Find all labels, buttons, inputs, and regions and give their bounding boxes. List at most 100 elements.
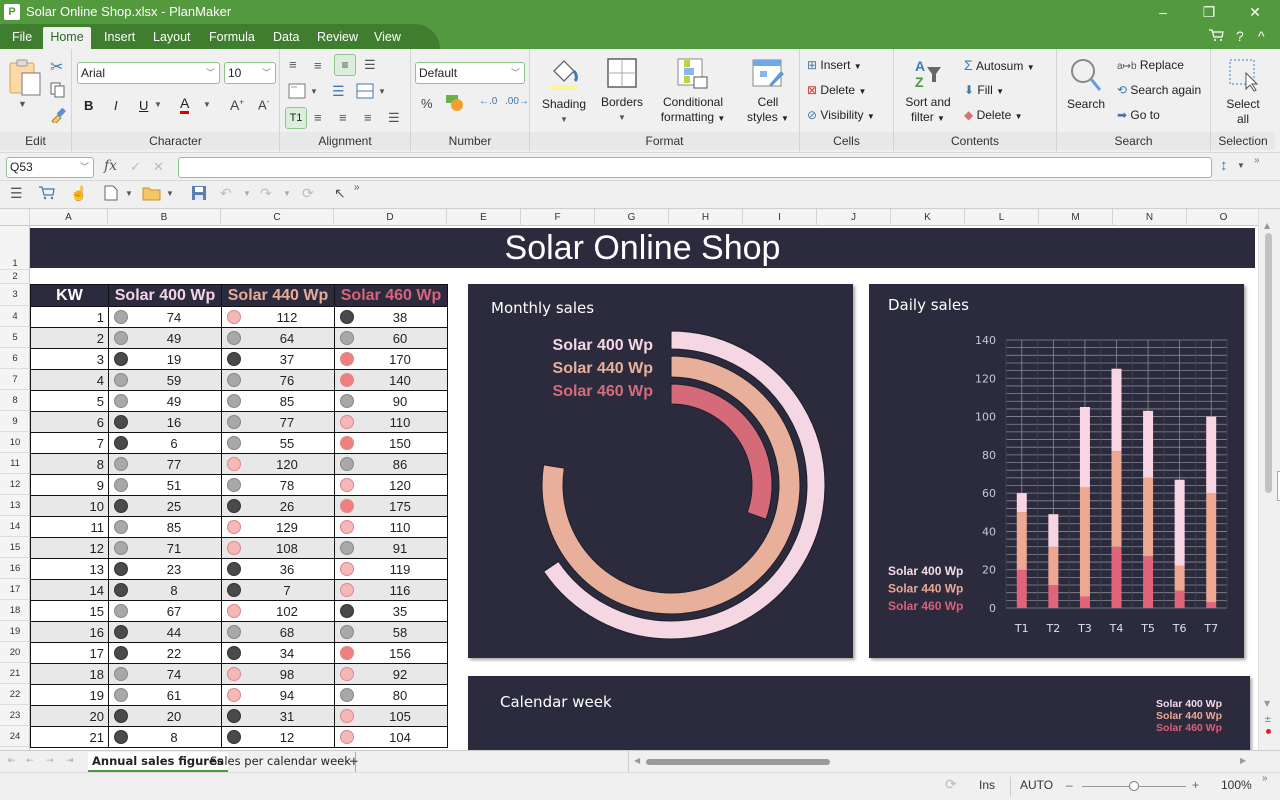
cut-icon[interactable]: ✂ (50, 57, 63, 77)
cell-sales-value[interactable]: 6 (108, 432, 222, 454)
new-document-icon[interactable] (104, 185, 118, 204)
cell-sales-value[interactable]: 110 (334, 516, 448, 538)
cell-sales-value[interactable]: 76 (221, 369, 335, 391)
cell-sales-value[interactable]: 55 (221, 432, 335, 454)
cell-kw[interactable]: 13 (30, 558, 109, 580)
underline-dropdown-icon[interactable]: ▼ (154, 100, 162, 109)
menu-icon[interactable]: ☰ (10, 185, 23, 202)
number-format-select[interactable]: Default ﹀ (415, 62, 525, 84)
cell-sales-value[interactable]: 77 (221, 411, 335, 433)
formula-input[interactable] (178, 157, 1212, 178)
bold-button[interactable]: B (84, 98, 93, 113)
cell-kw[interactable]: 14 (30, 579, 109, 601)
fill-button[interactable]: ⬇ Fill ▼ (964, 83, 1004, 97)
cell-sales-value[interactable]: 26 (221, 495, 335, 517)
column-header[interactable]: G (595, 209, 669, 226)
shading-button[interactable]: Shading ▼ (538, 57, 590, 127)
zoom-in-button[interactable]: + (1192, 778, 1199, 792)
bar-segment[interactable] (1143, 477, 1154, 557)
cell-sales-value[interactable]: 85 (108, 516, 222, 538)
cell-sales-value[interactable]: 104 (334, 726, 448, 748)
cell-sales-value[interactable]: 35 (334, 600, 448, 622)
bar-segment[interactable] (1016, 493, 1027, 513)
monthly-sales-chart[interactable]: Monthly sales Solar 400 Wp Solar 440 Wp So… (468, 284, 853, 658)
shrink-font-button[interactable]: A- (258, 97, 269, 112)
row-header[interactable]: 16 (0, 558, 29, 579)
align-center-icon[interactable]: ≡ (339, 110, 347, 125)
cell-sales-value[interactable]: 16 (108, 411, 222, 433)
column-header[interactable]: B (108, 209, 221, 226)
header-kw[interactable]: KW (30, 284, 109, 307)
align-right-icon[interactable]: ≡ (364, 110, 372, 125)
row-header[interactable]: 24 (0, 726, 29, 747)
bar-segment[interactable] (1143, 556, 1154, 608)
cell-sales-value[interactable]: 25 (108, 495, 222, 517)
header-solar-440[interactable]: Solar 440 Wp (221, 284, 335, 307)
cell-sales-value[interactable]: 23 (108, 558, 222, 580)
cell-sales-value[interactable]: 71 (108, 537, 222, 559)
column-header[interactable]: E (447, 209, 521, 226)
horizontal-scroll-thumb[interactable] (646, 759, 830, 765)
row-header[interactable]: 14 (0, 516, 29, 537)
text-direction-button[interactable]: T1 (285, 107, 307, 129)
chevron-down-icon[interactable]: ▼ (1237, 161, 1245, 170)
cell-kw[interactable]: 10 (30, 495, 109, 517)
prev-sheet-icon[interactable]: ← (22, 752, 38, 772)
currency-icon[interactable] (445, 94, 465, 115)
scroll-left-icon[interactable]: ◀ (634, 756, 640, 765)
cell-sales-value[interactable]: 108 (221, 537, 335, 559)
tab-formula[interactable]: Formula (203, 27, 261, 49)
minimize-button[interactable]: – (1148, 2, 1178, 22)
bar-segment[interactable] (1206, 416, 1217, 494)
bar-segment[interactable] (1174, 565, 1185, 591)
cell-sales-value[interactable]: 49 (108, 390, 222, 412)
font-color-button[interactable]: A (180, 96, 190, 114)
select-all-corner[interactable] (0, 209, 30, 226)
bar-segment[interactable] (1048, 514, 1059, 547)
restore-button[interactable]: ❐ (1194, 2, 1224, 22)
bar-segment[interactable] (1016, 512, 1027, 570)
cell-kw[interactable]: 21 (30, 726, 109, 748)
cell-kw[interactable]: 15 (30, 600, 109, 622)
cell-sales-value[interactable]: 12 (221, 726, 335, 748)
undo-dropdown-icon[interactable]: ▼ (243, 189, 251, 198)
cell-sales-value[interactable]: 61 (108, 684, 222, 706)
header-solar-460[interactable]: Solar 460 Wp (334, 284, 448, 307)
cell-sales-value[interactable]: 34 (221, 642, 335, 664)
cart-icon[interactable] (1208, 28, 1224, 45)
delete-cells-button[interactable]: ⊠ Delete ▼ (807, 83, 866, 97)
new-dropdown-icon[interactable]: ▼ (125, 189, 133, 198)
row-header[interactable]: 17 (0, 579, 29, 600)
cell-sales-value[interactable]: 129 (221, 516, 335, 538)
cell-sales-value[interactable]: 60 (334, 327, 448, 349)
column-header[interactable]: H (669, 209, 743, 226)
scroll-up-icon[interactable]: ▲ (1264, 221, 1270, 230)
cell-sales-value[interactable]: 120 (221, 453, 335, 475)
select-all-button[interactable]: Select all (1215, 57, 1271, 127)
cell-kw[interactable]: 12 (30, 537, 109, 559)
column-header[interactable]: M (1039, 209, 1113, 226)
bar-segment[interactable] (1111, 368, 1122, 452)
sheet-tab-calendar-week[interactable]: Sales per calendar week (206, 752, 356, 772)
bar-segment[interactable] (1111, 451, 1122, 547)
cell-sales-value[interactable]: 110 (334, 411, 448, 433)
cell-sales-value[interactable]: 74 (108, 306, 222, 328)
row-header[interactable]: 9 (0, 411, 29, 432)
cell-sales-value[interactable]: 170 (334, 348, 448, 370)
column-header[interactable]: F (521, 209, 595, 226)
add-sheet-button[interactable]: + (345, 752, 363, 772)
page-up-icon[interactable]: ± (1264, 715, 1272, 725)
last-sheet-icon[interactable]: ⇥ (62, 752, 78, 772)
row-header[interactable]: 2 (0, 270, 29, 284)
cell-sales-value[interactable]: 105 (334, 705, 448, 727)
merge-cells-icon[interactable] (288, 83, 306, 102)
cell-kw[interactable]: 5 (30, 390, 109, 412)
close-button[interactable]: ✕ (1240, 2, 1270, 22)
underline-button[interactable]: U (139, 98, 148, 113)
cell-borders-dropdown-icon[interactable]: ▼ (378, 87, 386, 96)
font-size-select[interactable]: 10 ﹀ (224, 62, 276, 84)
cell-sales-value[interactable]: 38 (334, 306, 448, 328)
bar-segment[interactable] (1048, 585, 1059, 608)
cell-sales-value[interactable]: 91 (334, 537, 448, 559)
cell-sales-value[interactable]: 175 (334, 495, 448, 517)
